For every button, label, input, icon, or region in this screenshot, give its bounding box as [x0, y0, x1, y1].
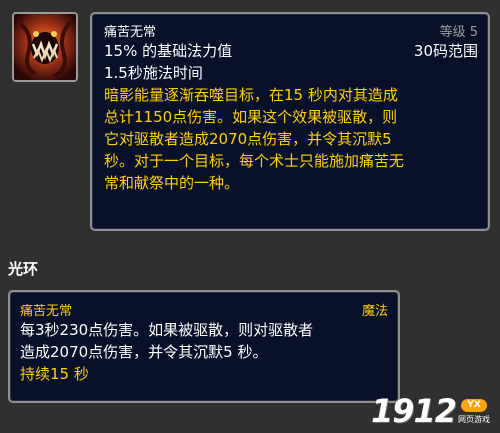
aura-school: 魔法 [361, 304, 388, 319]
spell-description: 暗影能量逐渐吞噬目标，在15 秒内对其造成 总计1150点伤害。如果这个效果被驱… [104, 84, 478, 194]
aura-line: 造成2070点伤害，并令其沉默5 秒。 [20, 343, 268, 361]
description-line: 暗影能量逐渐吞噬目标，在15 秒内对其造成 [104, 86, 398, 104]
aura-name: 痛苦无常 [20, 304, 73, 319]
aura-header-row: 痛苦无常 魔法 [20, 300, 388, 319]
spell-name: 痛苦无常 [104, 25, 157, 40]
watermark-side: YX 网页游戏 [458, 399, 490, 425]
shadow-pain-spell-icon [12, 12, 78, 82]
description-line: 常和献祭中的一种。 [104, 174, 240, 192]
spell-cast-time: 1.5秒施法时间 [104, 64, 203, 82]
aura-section-title: 光环 [8, 260, 39, 278]
watermark-subtitle: 网页游戏 [458, 415, 490, 424]
aura-duration: 持续15 秒 [20, 365, 89, 383]
site-watermark-logo: 1912 YX 网页游戏 [371, 395, 490, 427]
aura-line: 每3秒230点伤害。如果被驱散，则对驱散者 [20, 321, 314, 339]
spell-cost: 15% 的基础法力值 [104, 42, 233, 60]
spell-rank: 等级 5 [439, 25, 478, 40]
spell-tooltip: 痛苦无常 等级 5 15% 的基础法力值 30码范围 1.5秒施法时间 暗影能量… [90, 12, 490, 231]
watermark-badge: YX [461, 399, 487, 412]
aura-tooltip: 痛苦无常 魔法 每3秒230点伤害。如果被驱散，则对驱散者 造成2070点伤害，… [8, 290, 400, 403]
description-line: 总计1150点伤害。如果这个效果被驱散，则 [104, 108, 398, 126]
spell-range: 30码范围 [413, 42, 478, 60]
spell-cost-row: 15% 的基础法力值 30码范围 [104, 40, 478, 62]
spell-header-row: 痛苦无常 等级 5 [104, 21, 478, 40]
description-line: 秒。对于一个目标，每个术士只能施加痛苦无 [104, 152, 405, 170]
description-line: 它对驱散者造成2070点伤害，并令其沉默5 [104, 130, 392, 148]
watermark-number: 1912 [370, 392, 457, 430]
aura-description: 每3秒230点伤害。如果被驱散，则对驱散者 造成2070点伤害，并令其沉默5 秒… [20, 319, 388, 363]
